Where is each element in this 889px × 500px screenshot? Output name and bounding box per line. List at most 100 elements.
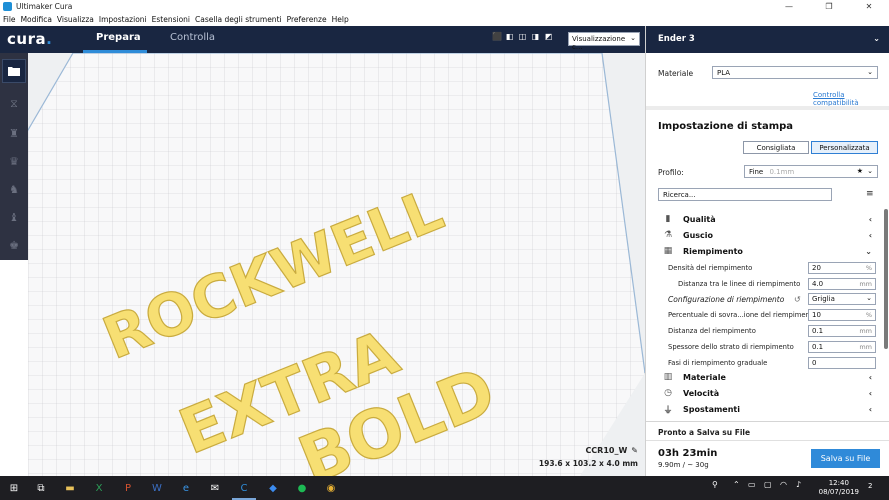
chevron-left-icon: ‹	[868, 214, 872, 224]
menu-view[interactable]: Visualizza	[57, 15, 94, 24]
infill-wipe-distance-input[interactable]: 0.1 mm	[808, 325, 876, 337]
category-shell-label: Guscio	[683, 230, 714, 240]
infill-line-distance-input[interactable]: 4.0 mm	[808, 278, 876, 290]
custom-mode-button[interactable]: Personalizzata	[811, 141, 878, 154]
category-travel-label: Spostamenti	[683, 404, 740, 414]
view-top-icon[interactable]: ◫	[518, 32, 527, 41]
chevron-down-icon: ⌄	[865, 246, 872, 256]
cura-logo: cura.	[7, 30, 53, 48]
settings-search-input[interactable]: Ricerca...	[658, 188, 832, 201]
chrome-icon[interactable]: ◉	[323, 480, 339, 496]
scale-tool[interactable]: ♜	[2, 121, 26, 145]
quality-icon: ▮	[665, 214, 671, 224]
category-material[interactable]: ▥ Materiale ‹	[662, 370, 876, 384]
category-speed-label: Velocità	[683, 388, 720, 398]
material-select[interactable]: PLA ⌄	[712, 66, 878, 79]
menu-edit[interactable]: Modifica	[21, 15, 52, 24]
profile-select[interactable]: Fine 0.1mm ★ ⌄	[744, 165, 878, 178]
tab-prepare[interactable]: Prepara	[96, 32, 141, 43]
wifi-icon[interactable]: ◠	[780, 480, 787, 489]
cura-app-icon	[3, 2, 12, 11]
clock-date: 08/07/2019	[818, 488, 859, 496]
view-left-icon[interactable]: ◨	[531, 32, 540, 41]
setting-label: Distanza tra le linee di riempimento	[678, 280, 801, 288]
category-quality[interactable]: ▮ Qualità ‹	[662, 212, 876, 226]
notification-count[interactable]: 2	[868, 482, 872, 490]
mirror-tool[interactable]: ♞	[2, 177, 26, 201]
open-file-button[interactable]	[2, 59, 26, 83]
mail-icon[interactable]: ✉	[207, 480, 223, 496]
powerpoint-icon[interactable]: P	[120, 480, 136, 496]
search-placeholder: Ricerca...	[663, 191, 696, 199]
infill-overlap-input[interactable]: 10 %	[808, 309, 876, 321]
setting-unit: mm	[859, 343, 872, 351]
close-button[interactable]: ✕	[849, 0, 889, 13]
mirror-icon: ♞	[9, 182, 19, 196]
gradual-infill-steps-input[interactable]: 0	[808, 357, 876, 369]
settings-scrollbar[interactable]	[884, 209, 888, 349]
clock-time: 12:40	[828, 479, 849, 487]
edge-icon[interactable]: e	[178, 480, 194, 496]
setting-label: Distanza del riempimento	[668, 327, 756, 335]
model-text-object[interactable]: ROCKWELL EXTRA BOLD	[28, 53, 645, 476]
view-front-icon[interactable]: ◧	[505, 32, 514, 41]
start-icon[interactable]: ⊞	[6, 480, 22, 496]
spotify-icon[interactable]: ●	[294, 480, 310, 496]
menu-file[interactable]: File	[3, 15, 16, 24]
move-tool[interactable]: ⧖	[2, 92, 26, 116]
infill-pattern-select[interactable]: Griglia ⌄	[808, 293, 876, 305]
support-blocker-tool[interactable]: ♚	[2, 233, 26, 257]
chevron-down-icon: ⌄	[867, 167, 873, 175]
infill-density-input[interactable]: 20 %	[808, 262, 876, 274]
reset-icon[interactable]: ↺	[794, 295, 801, 304]
dropbox-icon[interactable]: ◆	[265, 480, 281, 496]
people-icon[interactable]: ⚲	[712, 480, 718, 489]
menu-toolbox[interactable]: Casella degli strumenti	[195, 15, 282, 24]
printer-name: Ender 3	[658, 34, 695, 44]
camera-view-buttons: ⬛ ◧ ◫ ◨ ◩	[492, 32, 553, 41]
save-status: Pronto a Salva su File	[658, 428, 751, 437]
pencil-icon[interactable]: ✎	[631, 446, 638, 455]
system-clock[interactable]: 12:40 08/07/2019	[819, 479, 859, 497]
printer-selector[interactable]: Ender 3 ⌄	[646, 26, 889, 53]
material-icon: ▥	[663, 372, 673, 382]
infill-layer-thickness-input[interactable]: 0.1 mm	[808, 341, 876, 353]
view-mode-select[interactable]: Visualizzazione c... ⌄	[568, 32, 640, 51]
tray-expand-icon[interactable]: ⌃	[733, 480, 740, 489]
word-icon[interactable]: W	[149, 480, 165, 496]
per-model-settings-tool[interactable]: ♝	[2, 205, 26, 229]
category-travel[interactable]: ⏚ Spostamenti ‹	[662, 402, 876, 416]
profile-hint: 0.1mm	[769, 168, 795, 176]
menu-settings[interactable]: Impostazioni	[99, 15, 147, 24]
category-shell[interactable]: ⚗ Guscio ‹	[662, 228, 876, 242]
chevron-left-icon: ‹	[868, 230, 872, 240]
menu-extensions[interactable]: Estensioni	[152, 15, 190, 24]
cura-taskbar-icon[interactable]: C	[236, 480, 252, 496]
star-icon[interactable]: ★	[857, 167, 863, 175]
setting-value: 0	[812, 359, 817, 367]
category-speed[interactable]: ◷ Velocità ‹	[662, 386, 876, 400]
menu-help[interactable]: Help	[332, 15, 349, 24]
material-usage: 9.90m / ~ 30g	[658, 461, 709, 469]
category-infill[interactable]: ▦ Riempimento ⌄	[662, 244, 876, 258]
3d-viewport[interactable]: ROCKWELL EXTRA BOLD CCR10_W ✎ 193.6 x 10…	[28, 53, 645, 476]
window-title: Ultimaker Cura	[16, 2, 73, 11]
network-icon[interactable]: ▭	[748, 480, 756, 489]
recommended-mode-button[interactable]: Consigliata	[743, 141, 809, 154]
task-view-icon[interactable]: ⧉	[33, 480, 49, 496]
rotate-tool[interactable]: ♛	[2, 149, 26, 173]
minimize-button[interactable]: —	[769, 0, 809, 13]
excel-icon[interactable]: X	[91, 480, 107, 496]
file-explorer-icon[interactable]: ▬	[62, 480, 78, 496]
save-to-file-button[interactable]: Salva su File	[811, 449, 880, 468]
volume-icon[interactable]: ♪	[796, 480, 801, 489]
view-3d-icon[interactable]: ⬛	[492, 32, 502, 41]
battery-icon[interactable]: ▢	[764, 480, 772, 489]
tab-monitor[interactable]: Controlla	[170, 32, 215, 43]
settings-menu-icon[interactable]: ≡	[866, 189, 874, 199]
maximize-button[interactable]: ❐	[809, 0, 849, 13]
compatibility-link[interactable]: Controlla compatibilità	[813, 91, 889, 107]
setting-value: 0.1	[812, 343, 824, 351]
view-right-icon[interactable]: ◩	[544, 32, 553, 41]
menu-preferences[interactable]: Preferenze	[287, 15, 327, 24]
